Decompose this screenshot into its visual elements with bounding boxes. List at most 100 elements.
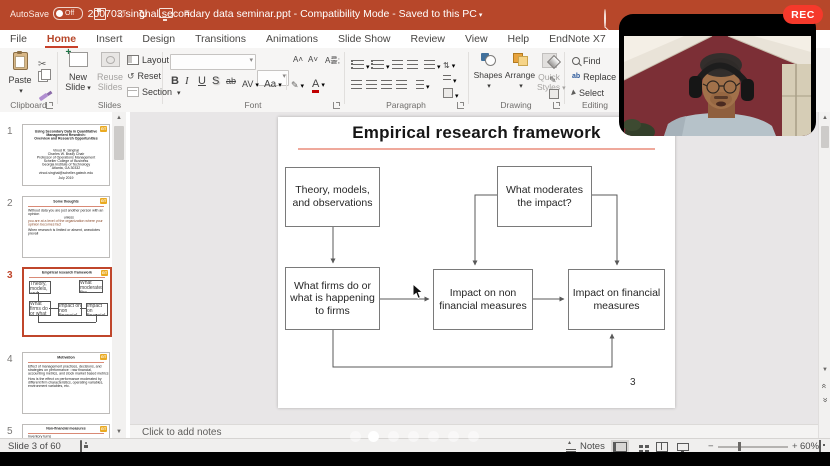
zoom-slider-thumb[interactable] bbox=[738, 442, 741, 451]
s2-body-line: you are at a level of the organization w… bbox=[28, 220, 110, 227]
document-title-text: 200703 singhal.secondary data seminar.pp… bbox=[88, 8, 477, 20]
shape-effects-icon bbox=[549, 89, 559, 99]
numbering-button[interactable] bbox=[371, 56, 390, 74]
bullets-button[interactable] bbox=[351, 56, 370, 74]
search-icon[interactable] bbox=[604, 9, 606, 28]
notes-toggle-button[interactable]: Notes bbox=[566, 441, 605, 452]
diagram-box-theory[interactable]: Theory, models, and observations bbox=[285, 167, 380, 227]
main-scroll-thumb[interactable] bbox=[821, 126, 829, 148]
tab-help[interactable]: Help bbox=[498, 30, 540, 48]
copy-button[interactable] bbox=[38, 69, 48, 87]
mouse-cursor bbox=[412, 283, 426, 301]
decrease-indent-button[interactable] bbox=[392, 56, 403, 74]
arrange-label: Arrange bbox=[505, 70, 535, 80]
s3-mini-line bbox=[38, 322, 96, 323]
recording-dot bbox=[350, 431, 361, 442]
slide-3[interactable]: Empirical research framework bbox=[278, 117, 675, 408]
paste-button[interactable]: Paste bbox=[8, 52, 32, 96]
diagram-box-firms[interactable]: What firms do or what is happening to fi… bbox=[285, 267, 380, 330]
text-shadow-button[interactable]: S bbox=[212, 74, 219, 88]
shapes-button[interactable]: Shapes bbox=[473, 53, 503, 91]
s2-body-line: When research is limited or absent, anec… bbox=[28, 229, 110, 236]
tab-insert[interactable]: Insert bbox=[86, 30, 132, 48]
recording-dot bbox=[388, 431, 399, 442]
previous-slide-button[interactable]: « bbox=[819, 380, 830, 392]
tab-endnote[interactable]: EndNote X7 bbox=[539, 30, 616, 48]
columns-button[interactable] bbox=[416, 76, 430, 94]
webcam-overlay bbox=[619, 14, 816, 136]
justify-button[interactable] bbox=[396, 76, 407, 94]
underline-button[interactable]: U bbox=[198, 74, 206, 88]
tab-animations[interactable]: Animations bbox=[256, 30, 328, 48]
next-slide-button[interactable]: « bbox=[819, 394, 830, 406]
line-spacing-button[interactable] bbox=[424, 56, 441, 74]
clipboard-group-label: Clipboard bbox=[0, 100, 57, 110]
main-scrollbar[interactable]: ▲ ▼ « « bbox=[818, 112, 830, 438]
thumbnail-slide-4[interactable]: GT Motivation Effect of management pract… bbox=[22, 352, 110, 414]
clear-formatting-button[interactable]: A룰; bbox=[325, 55, 340, 66]
tab-file[interactable]: File bbox=[0, 30, 37, 48]
increase-indent-icon bbox=[407, 60, 418, 69]
change-case-button[interactable]: Aa bbox=[264, 74, 282, 92]
strikethrough-button[interactable]: ab bbox=[226, 74, 236, 88]
zoom-slider-track[interactable] bbox=[718, 446, 788, 448]
increase-indent-button[interactable] bbox=[407, 56, 418, 74]
thumbnail-scroll-down-icon[interactable]: ▼ bbox=[112, 426, 126, 438]
replace-button[interactable]: abReplace bbox=[572, 72, 616, 82]
grow-font-button[interactable]: A˄ bbox=[293, 55, 303, 64]
diagram-box-nonfinancial[interactable]: Impact on non financial measures bbox=[433, 269, 533, 330]
align-right-button[interactable] bbox=[381, 76, 392, 94]
thumbnail-scroll-up-icon[interactable]: ▲ bbox=[112, 112, 126, 124]
arrange-button[interactable]: Arrange bbox=[504, 53, 536, 91]
reset-label: Reset bbox=[138, 71, 162, 81]
thumbnail-slide-1[interactable]: GT Using Secondary Data in Quantitative … bbox=[22, 124, 110, 186]
thumbnail-slide-2[interactable]: GT Some thoughts Without data you are ju… bbox=[22, 196, 110, 258]
drawing-group-label: Drawing bbox=[468, 100, 564, 110]
scroll-up-icon[interactable]: ▲ bbox=[819, 112, 830, 124]
slide-indicator: Slide 3 of 60 bbox=[8, 441, 61, 452]
reuse-slides-button[interactable]: ReuseSlides bbox=[95, 52, 125, 93]
reset-button[interactable]: ↺Reset bbox=[127, 71, 161, 81]
notes-placeholder[interactable]: Click to add notes bbox=[142, 427, 222, 438]
italic-button[interactable]: I bbox=[185, 74, 189, 88]
s4-title-underline bbox=[28, 362, 104, 363]
font-color-button[interactable]: A bbox=[312, 74, 325, 92]
align-left-button[interactable] bbox=[351, 76, 362, 94]
slide-editing-canvas[interactable]: Empirical research framework bbox=[130, 112, 818, 424]
recording-dot bbox=[408, 431, 419, 442]
shrink-font-button[interactable]: A˅ bbox=[308, 55, 318, 64]
section-button[interactable]: Section bbox=[127, 87, 181, 97]
quick-styles-caret-icon bbox=[560, 82, 566, 92]
zoom-level[interactable]: 60% bbox=[800, 441, 819, 452]
highlight-color-button[interactable]: ✎ bbox=[291, 75, 304, 93]
align-center-button[interactable] bbox=[366, 76, 377, 94]
copy-icon bbox=[38, 71, 48, 82]
character-spacing-button[interactable]: AV bbox=[242, 74, 259, 92]
justify-icon bbox=[396, 80, 407, 89]
thumbnail-scroll-thumb[interactable] bbox=[114, 126, 124, 160]
scroll-down-icon[interactable]: ▼ bbox=[819, 364, 830, 376]
zoom-out-button[interactable]: − bbox=[708, 441, 714, 452]
tab-transitions[interactable]: Transitions bbox=[185, 30, 256, 48]
tab-view[interactable]: View bbox=[455, 30, 498, 48]
diagram-box-moderates[interactable]: What moderates the impact? bbox=[497, 166, 592, 227]
select-button[interactable]: Select bbox=[572, 88, 604, 98]
bold-button[interactable]: B bbox=[171, 74, 179, 88]
thumbnail-scrollbar[interactable]: ▲ ▼ bbox=[112, 112, 126, 438]
character-spacing-caret-icon bbox=[253, 74, 259, 91]
new-slide-button[interactable]: NewSlide bbox=[63, 52, 93, 93]
saved-location-caret-icon[interactable] bbox=[477, 8, 483, 20]
find-label: Find bbox=[583, 56, 601, 66]
find-icon bbox=[572, 57, 580, 65]
find-button[interactable]: Find bbox=[572, 56, 601, 66]
tab-review[interactable]: Review bbox=[401, 30, 455, 48]
tab-home[interactable]: Home bbox=[37, 30, 86, 48]
zoom-in-button[interactable]: + bbox=[792, 441, 798, 452]
powerpoint-window: AutoSave Off ↺ ↻ ≡ 200703 singhal.second… bbox=[0, 0, 830, 466]
tab-design[interactable]: Design bbox=[132, 30, 185, 48]
thumbnail-slide-3-selected[interactable]: GT Empirical research framework Theory, … bbox=[22, 267, 112, 337]
s3-mini-line bbox=[38, 314, 39, 322]
tab-slideshow[interactable]: Slide Show bbox=[328, 30, 401, 48]
font-name-combo[interactable] bbox=[170, 54, 256, 70]
diagram-box-financial[interactable]: Impact on financial measures bbox=[568, 269, 665, 330]
